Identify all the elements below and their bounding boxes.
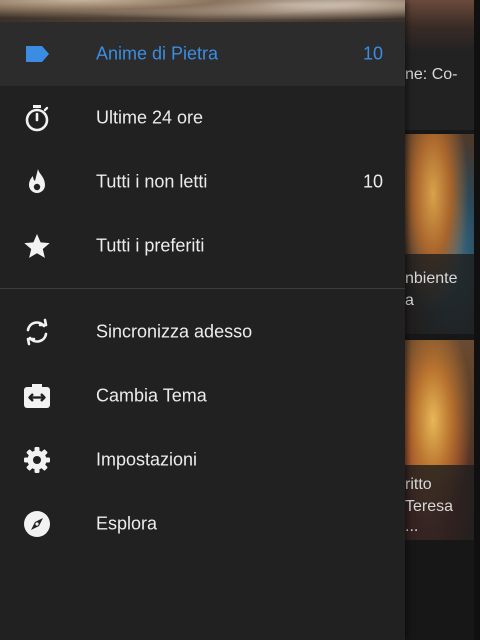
compass-icon	[22, 509, 52, 539]
navigation-drawer: Anime di Pietra 10 Ultime 24 ore Tutti i…	[0, 0, 405, 640]
article-title-line: a	[405, 292, 414, 309]
article-card[interactable]: ne: Co-	[405, 0, 475, 130]
article-title-line: ...	[405, 518, 419, 535]
article-title-line: Teresa	[405, 498, 454, 515]
drawer-divider	[0, 288, 405, 289]
drawer-item-sincronizza-adesso[interactable]: Sincronizza adesso	[0, 300, 405, 364]
label-icon	[22, 39, 52, 69]
scroll-edge	[474, 0, 480, 640]
switch-theme-icon	[22, 381, 52, 411]
drawer-item-label: Sincronizza adesso	[96, 321, 253, 342]
article-card[interactable]: ritto Teresa ...	[405, 340, 475, 540]
drawer-item-label: Impostazioni	[96, 449, 198, 470]
drawer-item-label: Esplora	[96, 513, 158, 534]
drawer-item-anime-di-pietra[interactable]: Anime di Pietra 10	[0, 22, 405, 86]
drawer-item-tutti-i-preferiti[interactable]: Tutti i preferiti	[0, 214, 405, 278]
article-title-line: nbiente	[405, 270, 458, 287]
settings-gear-icon	[22, 445, 52, 475]
drawer-item-label: Cambia Tema	[96, 385, 207, 406]
drawer-item-label: Tutti i non letti	[96, 171, 208, 192]
drawer-item-impostazioni[interactable]: Impostazioni	[0, 428, 405, 492]
article-title-line: ne: Co-	[405, 66, 458, 83]
stopwatch-icon	[22, 103, 52, 133]
drawer-item-tutti-i-non-letti[interactable]: Tutti i non letti 10	[0, 150, 405, 214]
unread-count: 10	[362, 43, 383, 64]
star-icon	[22, 231, 52, 261]
article-card[interactable]: nbiente a	[405, 134, 475, 334]
drawer-item-ultime-24-ore[interactable]: Ultime 24 ore	[0, 86, 405, 150]
drawer-item-label: Ultime 24 ore	[96, 107, 204, 128]
article-title-line: ritto	[405, 476, 432, 493]
drawer-item-esplora[interactable]: Esplora	[0, 492, 405, 556]
drawer-item-cambia-tema[interactable]: Cambia Tema	[0, 364, 405, 428]
drawer-item-label: Tutti i preferiti	[96, 235, 205, 256]
drawer-item-label: Anime di Pietra	[96, 43, 219, 64]
unread-count: 10	[362, 171, 383, 192]
sync-icon	[22, 317, 52, 347]
flame-icon	[22, 167, 52, 197]
drawer-header-image	[0, 0, 405, 22]
